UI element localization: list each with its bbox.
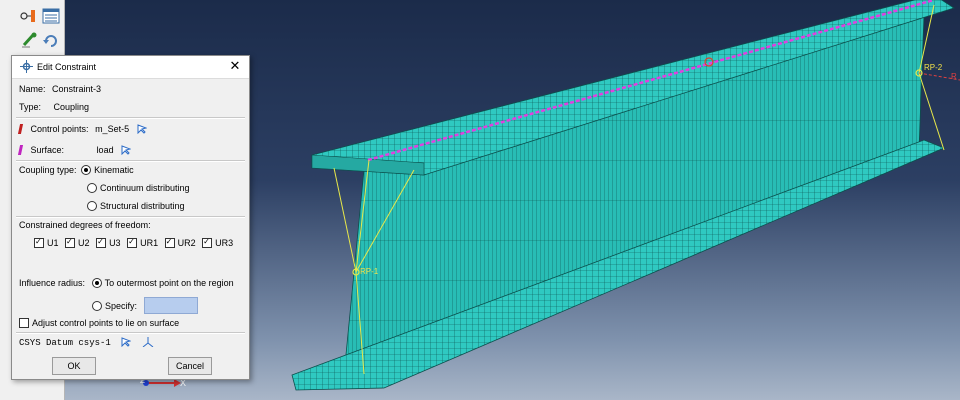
structural-radio[interactable] [87, 201, 97, 211]
close-icon[interactable]: ✕ [227, 58, 243, 74]
type-value: Coupling [53, 102, 90, 112]
coupling-structural-option[interactable]: Structural distributing [87, 201, 185, 211]
select-control-points-icon[interactable] [137, 124, 148, 136]
cancel-button[interactable]: Cancel [168, 357, 212, 375]
dof-label: Constrained degrees of freedom: [19, 220, 151, 230]
select-surface-icon[interactable] [121, 145, 132, 157]
create-datum-csys-icon[interactable] [142, 337, 154, 350]
dof-ur2[interactable]: UR2 [164, 238, 196, 248]
specify-radio[interactable] [92, 301, 102, 311]
influence-label: Influence radius: [19, 278, 86, 288]
control-points-value: m_Set-5 [95, 124, 130, 134]
coupling-type-row: Coupling type: Kinematic [19, 165, 134, 175]
csys-text: CSYS Datum csys-1 [19, 338, 111, 348]
dof-u2[interactable]: U2 [65, 238, 90, 248]
csys-row: CSYS Datum csys-1 [19, 337, 154, 350]
name-value: Constraint-3 [52, 84, 102, 94]
control-points-label: Control points: [30, 124, 89, 134]
name-label: Name: [19, 84, 46, 94]
edge-label: R [951, 72, 957, 81]
type-label: Type: [19, 102, 42, 112]
dof-ur3[interactable]: UR3 [202, 238, 233, 248]
create-constraint-icon[interactable] [19, 6, 39, 26]
select-csys-icon[interactable] [121, 337, 132, 350]
surface-row: Surface: load [17, 145, 132, 157]
coupling-continuum-option[interactable]: Continuum distributing [87, 183, 190, 193]
control-points-row: Control points: m_Set-5 [17, 124, 148, 136]
name-row: Name: Constraint-3 [19, 84, 101, 94]
surface-icon [17, 145, 24, 155]
specify-input[interactable] [143, 297, 198, 314]
constraint-manager-icon[interactable] [41, 6, 61, 26]
dialog-title: Edit Constraint [37, 62, 97, 72]
outermost-radio[interactable] [91, 278, 102, 288]
dof-ur1[interactable]: UR1 [127, 238, 158, 248]
edit-constraint-dialog: Edit Constraint ✕ Name: Constraint-3 Typ… [11, 55, 250, 380]
coupling-kinematic-option[interactable]: Kinematic [81, 165, 134, 175]
surface-label: Surface: [30, 145, 65, 155]
kinematic-radio[interactable] [81, 165, 92, 175]
dialog-titlebar[interactable]: Edit Constraint ✕ [12, 56, 249, 79]
dof-row: U1 U2 U3 UR1 UR2 UR3 [34, 238, 237, 248]
control-points-icon [17, 124, 24, 134]
influence-outermost-option[interactable]: To outermost point on the region [91, 278, 234, 288]
adjust-label: Adjust control points to lie on surface [32, 318, 180, 328]
coupling-type-label: Coupling type: [19, 165, 77, 175]
beam-web [343, 14, 925, 376]
influence-specify-option[interactable]: Specify: [92, 297, 198, 314]
rp2-label: RP-2 [924, 63, 943, 72]
dof-u3[interactable]: U3 [96, 238, 121, 248]
surface-value: load [96, 145, 114, 155]
create-fastener-icon[interactable] [19, 30, 39, 50]
ok-button[interactable]: OK [52, 357, 96, 375]
adjust-checkbox[interactable] [19, 318, 29, 328]
rp1-label: RP-1 [360, 267, 379, 276]
dof-u1[interactable]: U1 [34, 238, 59, 248]
adjust-checkbox-row[interactable]: Adjust control points to lie on surface [19, 318, 179, 328]
constraint-icon [20, 60, 33, 75]
rotate-icon[interactable] [41, 30, 61, 50]
influence-row: Influence radius: To outermost point on … [19, 278, 234, 288]
type-row: Type: Coupling [19, 102, 89, 112]
continuum-radio[interactable] [87, 183, 97, 193]
